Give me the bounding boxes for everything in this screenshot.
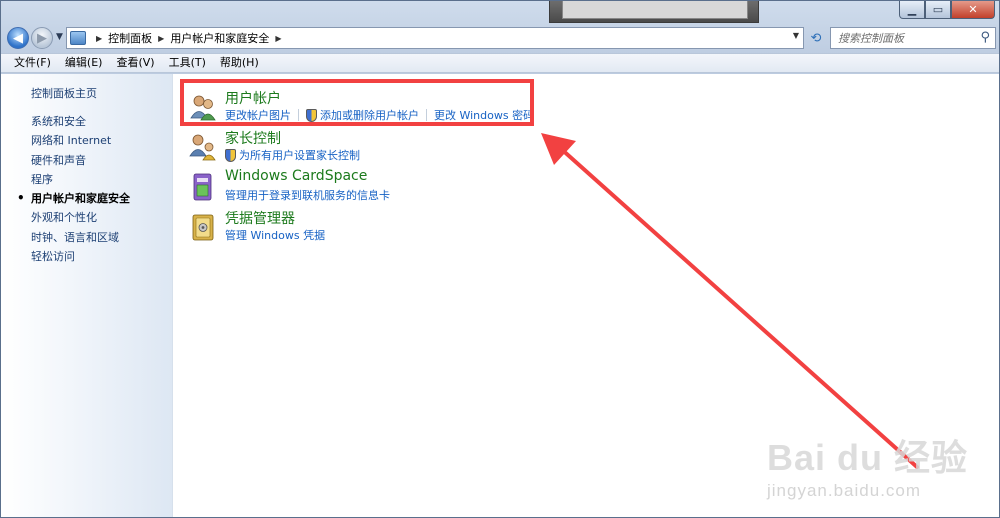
category-title-cardspace[interactable]: Windows CardSpace bbox=[225, 168, 367, 184]
category-title-parental-controls[interactable]: 家长控制 bbox=[225, 128, 281, 148]
sidebar-list: 系统和安全 网络和 Internet 硬件和声音 程序 用户帐户和家庭安全 外观… bbox=[17, 112, 130, 266]
sidebar-item-ease-of-access[interactable]: 轻松访问 bbox=[31, 247, 130, 266]
watermark-brand: Bai du 经验 bbox=[767, 437, 969, 478]
category-links: 管理用于登录到联机服务的信息卡 bbox=[225, 187, 390, 203]
sidebar-item-network-internet[interactable]: 网络和 Internet bbox=[31, 131, 130, 150]
search-input[interactable] bbox=[838, 31, 968, 45]
breadcrumb-user-accounts-family-safety[interactable]: 用户帐户和家庭安全 bbox=[170, 30, 269, 46]
menu-tools[interactable]: 工具(T) bbox=[162, 54, 213, 72]
sidebar-item-clock-language-region[interactable]: 时钟、语言和区域 bbox=[31, 228, 130, 247]
address-bar[interactable]: ▶ 控制面板 ▶ 用户帐户和家庭安全 ▶ ▼ bbox=[66, 27, 804, 49]
control-panel-window: ▁ ▭ ✕ ◀ ▶ ▼ ▶ 控制面板 ▶ 用户帐户和家庭安全 ▶ ▼ ⟲ ⚲ bbox=[0, 0, 1000, 518]
background-window-fragment bbox=[549, 1, 759, 23]
refresh-button[interactable]: ⟲ bbox=[807, 29, 825, 47]
category-links: 管理 Windows 凭据 bbox=[225, 227, 325, 243]
arrow-left-icon: ◀ bbox=[13, 30, 23, 46]
breadcrumb-chevron-icon[interactable]: ▶ bbox=[158, 34, 164, 43]
cardspace-icon[interactable] bbox=[188, 172, 218, 202]
sidebar: 控制面板主页 系统和安全 网络和 Internet 硬件和声音 程序 用户帐户和… bbox=[1, 74, 173, 517]
address-dropdown-icon[interactable]: ▼ bbox=[793, 31, 799, 40]
link-set-parental-controls[interactable]: 为所有用户设置家长控制 bbox=[225, 147, 360, 163]
forward-button[interactable]: ▶ bbox=[31, 27, 53, 49]
watermark-url: jingyan.baidu.com bbox=[767, 481, 922, 500]
annotation-highlight-box bbox=[180, 79, 534, 126]
sidebar-item-system-security[interactable]: 系统和安全 bbox=[31, 112, 130, 131]
close-button[interactable]: ✕ bbox=[951, 1, 995, 19]
parental-controls-icon[interactable] bbox=[188, 132, 218, 162]
category-links: 为所有用户设置家长控制 bbox=[225, 147, 360, 163]
link-manage-information-cards[interactable]: 管理用于登录到联机服务的信息卡 bbox=[225, 187, 390, 203]
maximize-button[interactable]: ▭ bbox=[925, 1, 951, 19]
menu-edit[interactable]: 编辑(E) bbox=[58, 54, 110, 72]
uac-shield-icon bbox=[225, 148, 236, 162]
search-box: ⚲ bbox=[830, 27, 996, 49]
sidebar-home-link[interactable]: 控制面板主页 bbox=[31, 85, 97, 101]
link-manage-windows-credentials[interactable]: 管理 Windows 凭据 bbox=[225, 227, 325, 243]
breadcrumb-control-panel[interactable]: 控制面板 bbox=[108, 30, 152, 46]
navigation-bar: ◀ ▶ ▼ ▶ 控制面板 ▶ 用户帐户和家庭安全 ▶ ▼ ⟲ ⚲ bbox=[1, 25, 999, 51]
sidebar-item-appearance[interactable]: 外观和个性化 bbox=[31, 208, 130, 227]
menu-bar: 文件(F) 编辑(E) 查看(V) 工具(T) 帮助(H) bbox=[1, 53, 999, 73]
arrow-right-icon: ▶ bbox=[37, 30, 47, 46]
menu-file[interactable]: 文件(F) bbox=[7, 54, 58, 72]
menu-view[interactable]: 查看(V) bbox=[109, 54, 161, 72]
recent-pages-dropdown[interactable]: ▼ bbox=[56, 32, 63, 42]
credential-manager-icon[interactable] bbox=[188, 212, 218, 242]
breadcrumb-chevron-icon[interactable]: ▶ bbox=[275, 34, 281, 43]
category-title-credential-manager[interactable]: 凭据管理器 bbox=[225, 208, 295, 228]
title-bar: ▁ ▭ ✕ bbox=[1, 1, 999, 23]
menu-help[interactable]: 帮助(H) bbox=[213, 54, 266, 72]
search-icon[interactable]: ⚲ bbox=[980, 30, 990, 45]
caption-buttons: ▁ ▭ ✕ bbox=[899, 1, 995, 19]
sidebar-item-hardware-sound[interactable]: 硬件和声音 bbox=[31, 151, 130, 170]
minimize-button[interactable]: ▁ bbox=[899, 1, 925, 19]
watermark: Bai du 经验 jingyan.baidu.com bbox=[767, 429, 997, 513]
sidebar-item-user-accounts-family-safety: 用户帐户和家庭安全 bbox=[17, 189, 130, 208]
control-panel-icon bbox=[70, 31, 86, 45]
refresh-icon: ⟲ bbox=[810, 30, 822, 46]
breadcrumb-chevron-icon[interactable]: ▶ bbox=[96, 34, 102, 43]
back-button[interactable]: ◀ bbox=[7, 27, 29, 49]
sidebar-item-programs[interactable]: 程序 bbox=[31, 170, 130, 189]
